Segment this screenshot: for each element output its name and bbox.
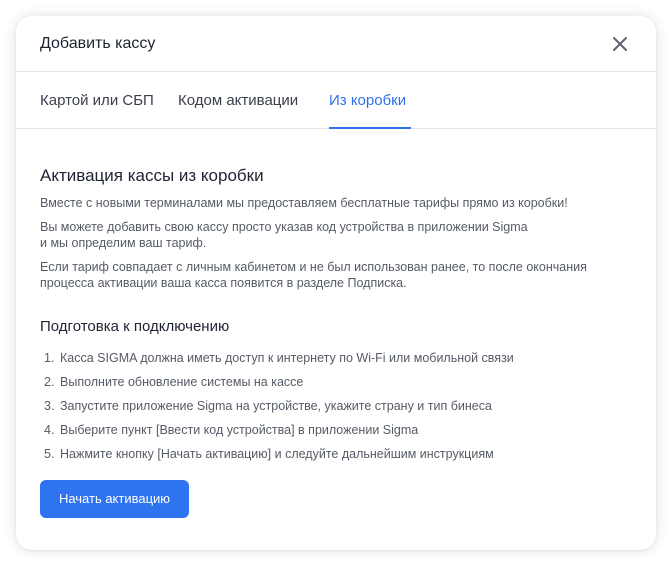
tab-activation-code[interactable]: Кодом активации: [178, 91, 298, 111]
tariff-paragraph-line-1: Если тариф совпадает с личным кабинетом …: [40, 260, 587, 274]
step-text: Касса SIGMA должна иметь доступ к интерн…: [60, 351, 514, 365]
step-number: 5.: [44, 447, 55, 461]
step-text: Выберите пункт [Ввести код устройства] в…: [60, 423, 419, 437]
close-icon: [613, 37, 627, 51]
step-number: 4.: [44, 423, 55, 437]
step-text: Нажмите кнопку [Начать активацию] и след…: [60, 447, 494, 461]
start-activation-button[interactable]: Начать активацию: [40, 480, 189, 518]
list-item: 4. Выберите пункт [Ввести код устройства]…: [44, 422, 514, 446]
list-item: 2. Выполните обновление системы на кассе: [44, 374, 514, 398]
intro-paragraph: Вместе с новыми терминалами мы предостав…: [40, 196, 568, 210]
active-tab-indicator: [329, 127, 411, 129]
section-title: Активация кассы из коробки: [40, 166, 264, 185]
close-button[interactable]: [608, 32, 632, 56]
dialog-title: Добавить кассу: [40, 35, 156, 52]
step-number: 2.: [44, 375, 55, 389]
tab-card-or-sbp[interactable]: Картой или СБП: [40, 91, 154, 111]
add-cash-register-dialog: Добавить кассу Картой или СБП Кодом акти…: [16, 16, 656, 550]
device-code-paragraph-line-2: и мы определим ваш тариф.: [40, 236, 207, 250]
step-number: 3.: [44, 399, 55, 413]
device-code-paragraph-line-1: Вы можете добавить свою кассу просто ука…: [40, 220, 528, 234]
step-text: Выполните обновление системы на кассе: [60, 375, 304, 389]
preparation-steps: 1. Касса SIGMA должна иметь доступ к инте…: [44, 350, 514, 470]
list-item: 1. Касса SIGMA должна иметь доступ к инте…: [44, 350, 514, 374]
step-text: Запустите приложение Sigma на устройстве…: [60, 399, 492, 413]
list-item: 3. Запустите приложение Sigma на устройст…: [44, 398, 514, 422]
tariff-paragraph-line-2: процесса активации ваша касса появится в…: [40, 276, 407, 290]
tab-out-of-box[interactable]: Из коробки: [329, 91, 406, 111]
step-number: 1.: [44, 351, 55, 365]
list-item: 5. Нажмите кнопку [Начать активацию] и сл…: [44, 446, 514, 470]
preparation-title: Подготовка к подключению: [40, 318, 230, 335]
tab-bar: Картой или СБП Кодом активации Из коробк…: [16, 72, 656, 129]
dialog-header: Добавить кассу: [16, 16, 656, 72]
